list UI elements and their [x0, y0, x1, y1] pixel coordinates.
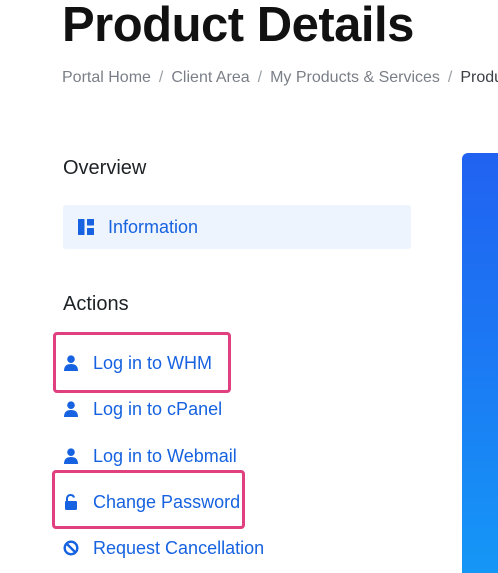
action-label: Request Cancellation	[93, 537, 265, 558]
user-icon	[63, 401, 79, 417]
dashboard-icon	[78, 219, 94, 235]
user-icon	[63, 448, 79, 464]
product-card-panel	[462, 153, 498, 573]
login-cpanel-link[interactable]: Log in to cPanel	[63, 397, 222, 421]
overview-item-label: Information	[108, 216, 199, 237]
breadcrumb-separator: /	[257, 69, 263, 86]
highlight-box-whm	[53, 332, 231, 393]
breadcrumb: Portal Home / Client Area / My Products & Se…	[62, 69, 498, 87]
login-webmail-link[interactable]: Log in to Webmail	[63, 444, 237, 468]
breadcrumb-client-area[interactable]: Client Area	[171, 69, 249, 86]
highlight-box-change-password	[52, 470, 245, 529]
action-label: Log in to Webmail	[93, 445, 237, 466]
breadcrumb-separator: /	[447, 69, 453, 86]
breadcrumb-separator: /	[158, 69, 164, 86]
breadcrumb-my-products[interactable]: My Products & Services	[270, 69, 440, 86]
breadcrumb-current: Produ	[460, 69, 498, 86]
action-label: Log in to cPanel	[93, 398, 223, 419]
overview-item-information[interactable]: Information	[63, 205, 411, 249]
overview-heading: Overview	[63, 157, 147, 179]
actions-heading: Actions	[63, 293, 129, 315]
breadcrumb-portal-home[interactable]: Portal Home	[62, 69, 151, 86]
page-title: Product Details	[62, 0, 414, 52]
request-cancellation-link[interactable]: Request Cancellation	[63, 536, 264, 560]
ban-icon	[63, 540, 79, 556]
